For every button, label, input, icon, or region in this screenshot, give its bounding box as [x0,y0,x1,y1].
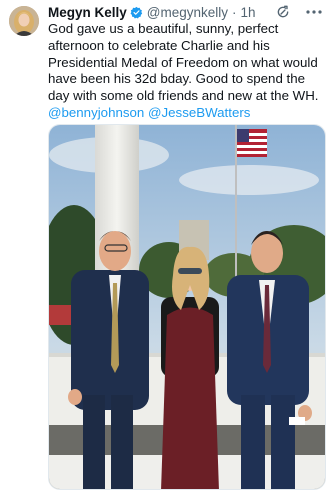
header-separator: · [232,5,237,20]
photo-image [49,125,325,489]
verified-badge-icon [130,6,143,19]
more-options-icon[interactable] [305,4,323,20]
tweet-mentions[interactable]: @bennyjohnson @JesseBWatters [48,105,250,120]
post-time[interactable]: 1h [241,5,256,20]
author-avatar[interactable] [9,6,39,36]
author-handle[interactable]: @megynkelly [147,5,228,20]
avatar-image [9,6,39,36]
tweet-header: Megyn Kelly @megynkelly · 1h [48,4,323,21]
tweet-text: God gave us a beautiful, sunny, perfect … [48,21,328,122]
grok-refresh-icon[interactable] [275,4,291,20]
tweet-card: Megyn Kelly @megynkelly · 1h God gave us… [0,0,333,500]
author-name[interactable]: Megyn Kelly [48,5,127,20]
tweet-body: God gave us a beautiful, sunny, perfect … [48,21,319,104]
tweet-photo[interactable] [48,124,326,490]
